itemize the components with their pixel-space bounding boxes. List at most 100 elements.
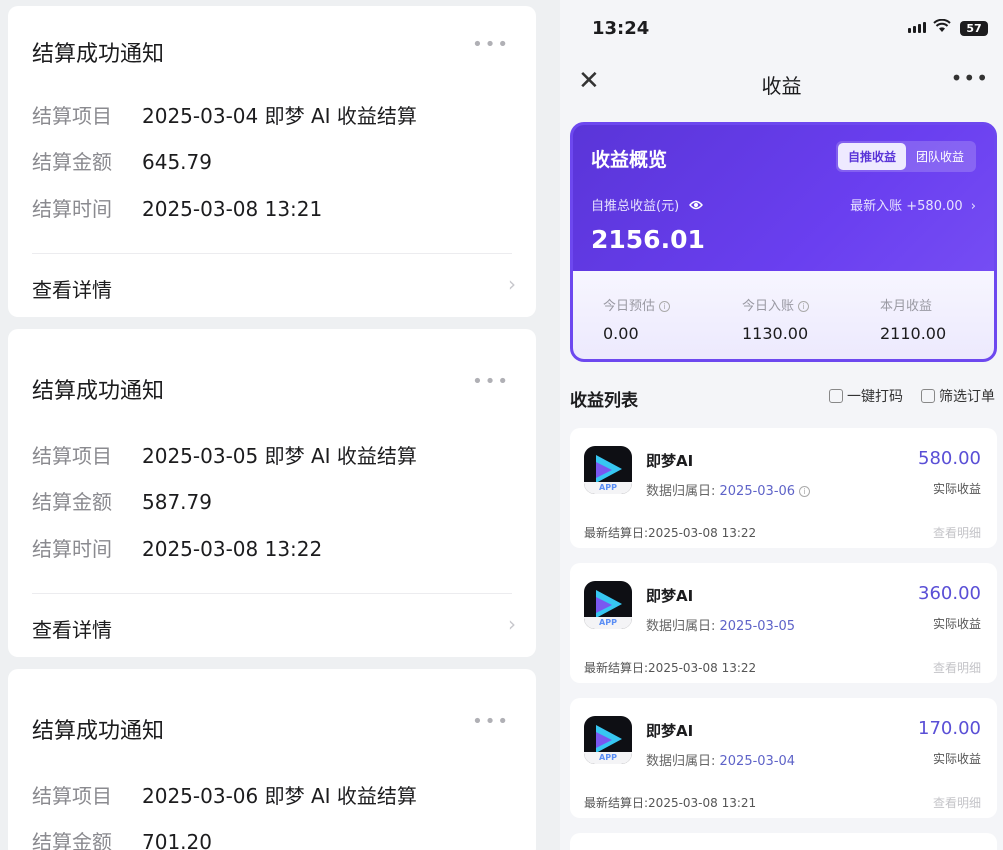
- stats-panel: 今日预估 i 0.00 今日入账 i 1130.00 本月收益 2110.00: [573, 271, 994, 359]
- more-icon[interactable]: •••: [472, 371, 510, 392]
- time-value: 2025-03-08 13:21: [142, 197, 323, 221]
- project-value: 2025-03-04 即梦 AI 收益结算: [142, 104, 417, 128]
- amount-value: 587.79: [142, 490, 212, 514]
- notification-panel: 结算成功通知 ••• 结算项目 2025-03-04 即梦 AI 收益结算 结算金…: [0, 0, 546, 850]
- date-label: 数据归属日:: [646, 754, 720, 769]
- latest-income-link[interactable]: 最新入账 +580.00 ›: [850, 195, 976, 214]
- item-amount: 580.00: [918, 448, 981, 469]
- mask-button[interactable]: 一键打码: [829, 386, 903, 406]
- stat-value: 1130.00: [742, 324, 809, 343]
- item-amount: 170.00: [918, 718, 981, 739]
- item-amount-label: 实际收益: [932, 617, 981, 631]
- battery-icon: 57: [960, 21, 988, 36]
- list-title: 收益列表: [570, 391, 638, 411]
- time-row: 结算时间 2025-03-08 13:21: [32, 193, 322, 222]
- more-horizontal-icon[interactable]: •••: [951, 66, 989, 90]
- divider: [32, 593, 512, 594]
- amount-row: 结算金额 587.79: [32, 486, 212, 515]
- project-label: 结算项目: [32, 104, 112, 128]
- amount-row: 结算金额 645.79: [32, 146, 212, 175]
- item-date-row: 数据归属日: 2025-03-05: [646, 615, 795, 634]
- card-title: 结算成功通知: [32, 719, 165, 744]
- item-name: 即梦AI: [646, 722, 694, 740]
- earnings-list-item[interactable]: APP 即梦AI 数据归属日: 2025-03-04 170.00 实际收益 最…: [570, 698, 997, 818]
- tab-team-earnings[interactable]: 团队收益: [906, 143, 974, 170]
- item-settle-date: 最新结算日:2025-03-08 13:22: [584, 661, 757, 675]
- mask-label: 一键打码: [847, 389, 903, 405]
- earnings-type-tabs: 自推收益 团队收益: [835, 141, 976, 172]
- view-breakdown-link[interactable]: 查看明细: [933, 659, 981, 676]
- earnings-summary-card: 收益概览 自推收益 团队收益 自推总收益(元) 最新入账 +580.00 › 2…: [570, 122, 997, 362]
- stat-value: 2110.00: [880, 324, 947, 343]
- project-row: 结算项目 2025-03-04 即梦 AI 收益结算: [32, 100, 417, 129]
- date-value: 2025-03-04: [719, 754, 796, 769]
- date-value: 2025-03-05: [719, 619, 796, 634]
- view-details-link[interactable]: 查看详情: [32, 614, 112, 643]
- eye-icon[interactable]: [689, 199, 704, 214]
- item-name: 即梦AI: [646, 587, 694, 605]
- view-breakdown-link[interactable]: 查看明细: [933, 794, 981, 811]
- total-earnings: 2156.01: [591, 225, 705, 254]
- chevron-right-icon[interactable]: ›: [508, 272, 516, 296]
- app-logo-icon: APP: [584, 581, 632, 629]
- view-breakdown-link[interactable]: 查看明细: [933, 524, 981, 541]
- project-label: 结算项目: [32, 784, 112, 808]
- list-toolbar: 一键打码 筛选订单: [829, 386, 995, 406]
- earnings-list-item[interactable]: APP 即梦AI 数据归属日: 2025-03-05 360.00 实际收益 最…: [570, 563, 997, 683]
- amount-label: 结算金额: [32, 830, 112, 850]
- info-icon[interactable]: i: [659, 301, 671, 312]
- date-value: 2025-03-06: [719, 484, 796, 499]
- earnings-list-item[interactable]: [570, 833, 997, 850]
- project-label: 结算项目: [32, 444, 112, 468]
- earnings-list-item[interactable]: APP 即梦AI 数据归属日: 2025-03-06 i 580.00 实际收益 …: [570, 428, 997, 548]
- amount-label: 结算金额: [32, 150, 112, 174]
- tab-self-earnings[interactable]: 自推收益: [837, 143, 906, 170]
- summary-title: 收益概览: [591, 149, 668, 171]
- project-value: 2025-03-05 即梦 AI 收益结算: [142, 444, 417, 468]
- card-title: 结算成功通知: [32, 42, 165, 67]
- app-tag: APP: [584, 482, 632, 494]
- settlement-card: 结算成功通知 ••• 结算项目 2025-03-06 即梦 AI 收益结算 结算金…: [8, 669, 536, 850]
- app-logo-icon: APP: [584, 716, 632, 764]
- more-icon[interactable]: •••: [472, 711, 510, 732]
- project-row: 结算项目 2025-03-05 即梦 AI 收益结算: [32, 440, 417, 469]
- filter-icon: [921, 389, 935, 403]
- item-name: 即梦AI: [646, 452, 694, 470]
- amount-value: 701.20: [142, 830, 212, 850]
- time-label: 结算时间: [32, 537, 112, 561]
- item-settle-date: 最新结算日:2025-03-08 13:21: [584, 796, 757, 810]
- time-label: 结算时间: [32, 197, 112, 221]
- stat-label: 今日入账: [742, 299, 795, 314]
- chevron-right-icon[interactable]: ›: [508, 612, 516, 636]
- stat-month-earnings: 本月收益 2110.00: [880, 295, 946, 343]
- time-value: 2025-03-08 13:22: [142, 537, 323, 561]
- date-label: 数据归属日:: [646, 484, 720, 499]
- item-settle-date: 最新结算日:2025-03-08 13:22: [584, 526, 757, 540]
- info-icon[interactable]: i: [799, 486, 811, 497]
- latest-income: 最新入账 +580.00: [850, 199, 963, 214]
- amount-row: 结算金额 701.20: [32, 826, 212, 850]
- nav-bar: ✕ 收益 •••: [560, 56, 1003, 108]
- chevron-right-icon: ›: [970, 199, 976, 214]
- status-bar: 13:24 57: [560, 0, 1003, 56]
- view-details-link[interactable]: 查看详情: [32, 274, 112, 303]
- item-amount-label: 实际收益: [932, 752, 981, 766]
- page-title: 收益: [761, 74, 802, 98]
- more-icon[interactable]: •••: [472, 34, 510, 55]
- item-date-row: 数据归属日: 2025-03-04: [646, 750, 795, 769]
- filter-orders-button[interactable]: 筛选订单: [921, 386, 995, 406]
- amount-label: 结算金额: [32, 490, 112, 514]
- stat-label: 本月收益: [880, 299, 933, 314]
- settlement-card: 结算成功通知 ••• 结算项目 2025-03-05 即梦 AI 收益结算 结算金…: [8, 329, 536, 657]
- time-row: 结算时间 2025-03-08 13:22: [32, 533, 322, 562]
- stat-today-estimate: 今日预估 i 0.00: [603, 295, 671, 343]
- stat-label: 今日预估: [603, 299, 656, 314]
- status-time: 13:24: [592, 18, 650, 39]
- signal-icon: [908, 22, 926, 33]
- info-icon[interactable]: i: [798, 301, 810, 312]
- amount-value: 645.79: [142, 150, 212, 174]
- app-logo-icon: APP: [584, 446, 632, 494]
- stat-value: 0.00: [603, 324, 639, 343]
- date-label: 数据归属日:: [646, 619, 720, 634]
- filter-label: 筛选订单: [939, 389, 995, 405]
